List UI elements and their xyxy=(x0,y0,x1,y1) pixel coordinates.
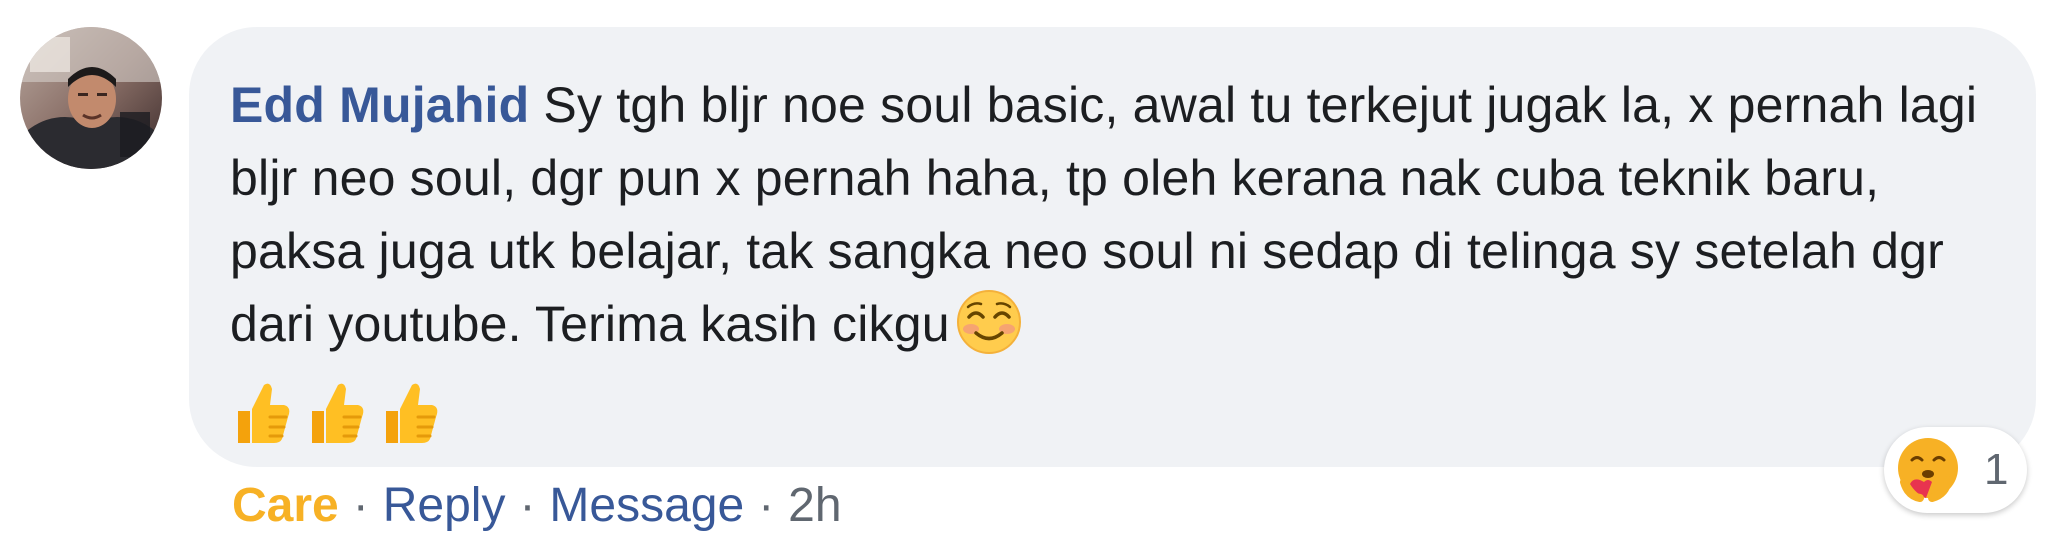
timestamp[interactable]: 2h xyxy=(788,479,841,532)
smiling-face-icon xyxy=(956,289,1022,375)
author-name[interactable]: Edd Mujahid xyxy=(230,77,529,133)
separator: · xyxy=(758,479,775,532)
avatar[interactable] xyxy=(20,27,162,169)
reaction-count: 1 xyxy=(1984,445,2009,494)
care-button[interactable]: Care xyxy=(232,479,339,532)
comment-actions: Care · Reply · Message · 2h xyxy=(232,478,842,533)
separator: · xyxy=(352,479,369,532)
reply-button[interactable]: Reply xyxy=(383,479,506,532)
care-reaction-icon xyxy=(1898,438,1958,502)
thumbs-up-icon xyxy=(386,383,438,443)
comment-bubble: Edd Mujahid Sy tgh bljr noe soul basic, a… xyxy=(189,27,2036,467)
separator: · xyxy=(519,479,536,532)
message-button[interactable]: Message xyxy=(549,479,744,532)
thumbs-up-icon xyxy=(312,383,364,443)
comment-body: Edd Mujahid Sy tgh bljr noe soul basic, a… xyxy=(230,69,1986,467)
thumbs-up-icon xyxy=(238,383,290,443)
thumbs-up-group xyxy=(230,379,1986,467)
reaction-summary[interactable]: 1 xyxy=(1884,427,2027,513)
avatar-photo xyxy=(20,27,162,169)
